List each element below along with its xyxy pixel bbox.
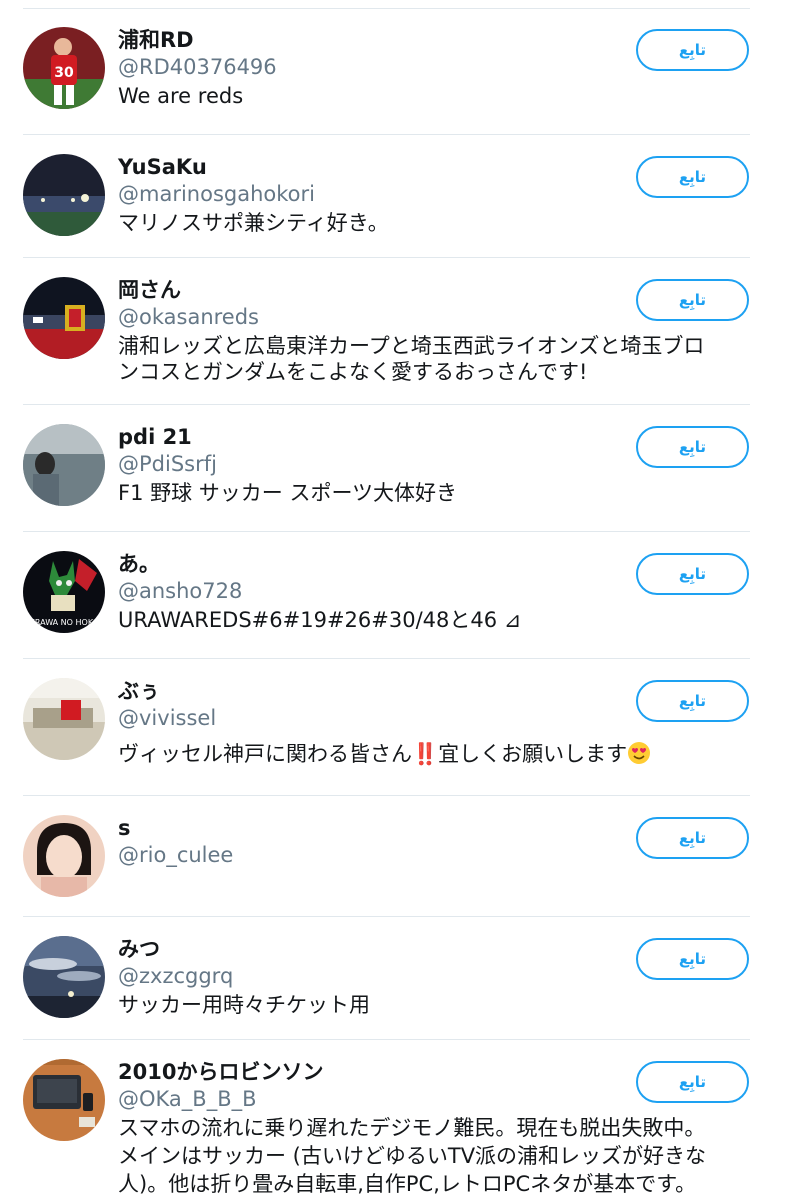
user-bio: サッカー用時々チケット用 [118, 993, 370, 1017]
follow-button[interactable]: تابِع [636, 680, 749, 722]
user-bio-text: ヴィッセル神戸に関わる皆さん [118, 742, 412, 766]
user-name[interactable]: あ。 [118, 551, 160, 577]
avatar[interactable] [23, 678, 105, 760]
user-name[interactable]: 2010からロビンソン [118, 1059, 323, 1085]
user-handle: @PdiSsrfj [118, 452, 217, 476]
user-bio-text: 宜しくお願いします [438, 742, 628, 766]
follow-button[interactable]: تابِع [636, 426, 749, 468]
user-name[interactable]: s [118, 815, 131, 841]
user-name[interactable]: 岡さん [118, 277, 181, 303]
follow-button[interactable]: تابِع [636, 29, 749, 71]
user-handle: @RD40376496 [118, 55, 277, 79]
user-list: 30 浦和RD @RD40376496 We are reds تابِع Yu… [0, 0, 800, 1200]
follow-button[interactable]: تابِع [636, 279, 749, 321]
user-handle: @OKa_B_B_B [118, 1087, 257, 1111]
user-row[interactable]: みつ @zxzcggrq サッカー用時々チケット用 تابِع [0, 916, 800, 1039]
double-exclamation-icon: ‼️ [412, 742, 439, 766]
user-row[interactable]: YuSaKu @marinosgahokori マリノスサポ兼シティ好き。 تا… [0, 134, 800, 257]
user-bio: ヴィッセル神戸に関わる皆さん‼️宜しくお願いします [118, 738, 758, 770]
follow-button[interactable]: تابِع [636, 553, 749, 595]
avatar[interactable] [23, 154, 105, 236]
user-bio: URAWAREDS#6#19#26#30/48と46 ⊿ [118, 608, 522, 632]
user-name[interactable]: みつ [118, 936, 160, 962]
heart-eyes-emoji-icon [628, 742, 651, 764]
follow-button[interactable]: تابِع [636, 817, 749, 859]
user-row[interactable]: ぶぅ @vivissel ヴィッセル神戸に関わる皆さん‼️宜しくお願いします ت… [0, 658, 800, 795]
user-row[interactable]: pdi 21 @PdiSsrfj F1 野球 サッカー スポーツ大体好き تاب… [0, 404, 800, 531]
user-name[interactable]: pdi 21 [118, 424, 192, 450]
follow-button[interactable]: تابِع [636, 156, 749, 198]
avatar[interactable]: URAWA NO HOKO [23, 551, 105, 633]
user-row[interactable]: 2010からロビンソン @OKa_B_B_B スマホの流れに乗り遅れたデジモノ難… [0, 1039, 800, 1200]
avatar-logo-text: URAWA NO HOKO [29, 618, 99, 627]
avatar[interactable]: 30 [23, 27, 105, 109]
user-name[interactable]: 浦和RD [118, 27, 194, 53]
avatar[interactable] [23, 424, 105, 506]
user-row[interactable]: s @rio_culee تابِع [0, 795, 800, 916]
user-row[interactable]: 30 浦和RD @RD40376496 We are reds تابِع [0, 0, 800, 134]
user-handle: @vivissel [118, 706, 217, 730]
avatar[interactable] [23, 277, 105, 359]
user-handle: @rio_culee [118, 843, 234, 867]
user-bio: F1 野球 サッカー スポーツ大体好き [118, 481, 458, 505]
svg-text:30: 30 [54, 65, 74, 81]
user-bio-line-2: ンコスとガンダムをこよなく愛するおっさんです! [118, 360, 588, 384]
user-handle: @okasanreds [118, 305, 259, 329]
user-name[interactable]: YuSaKu [118, 154, 207, 180]
user-handle: @zxzcggrq [118, 964, 234, 988]
avatar[interactable] [23, 1059, 105, 1141]
avatar[interactable] [23, 936, 105, 1018]
user-bio-line-3: 人)。他は折り畳み自転車,自作PC,レトロPCネタが基本です。 [118, 1172, 697, 1196]
user-row[interactable]: 岡さん @okasanreds 浦和レッズと広島東洋カープと埼玉西武ライオンズと… [0, 257, 800, 404]
user-handle: @ansho728 [118, 579, 243, 603]
user-name[interactable]: ぶぅ [118, 678, 160, 704]
user-bio: マリノスサポ兼シティ好き。 [118, 211, 389, 235]
follow-button[interactable]: تابِع [636, 1061, 749, 1103]
avatar[interactable] [23, 815, 105, 897]
user-handle: @marinosgahokori [118, 182, 315, 206]
follow-button[interactable]: تابِع [636, 938, 749, 980]
user-row[interactable]: URAWA NO HOKO あ。 @ansho728 URAWAREDS#6#1… [0, 531, 800, 658]
user-bio: We are reds [118, 84, 244, 108]
